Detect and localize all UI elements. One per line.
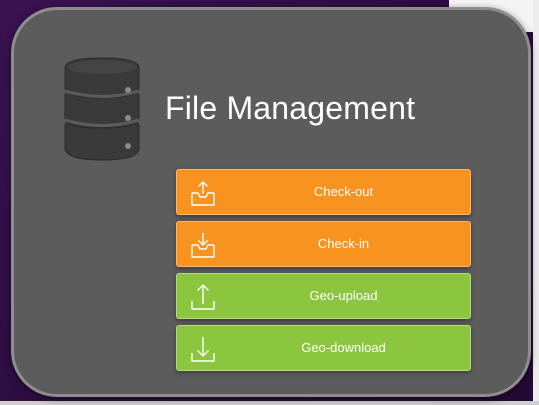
geo-download-button[interactable]: Geo-download	[176, 325, 471, 371]
geo-upload-label: Geo-upload	[309, 288, 378, 303]
download-arrow-icon	[191, 337, 215, 362]
geo-download-label: Geo-download	[301, 340, 386, 355]
tray-upload-icon	[191, 181, 215, 206]
upload-arrow-icon	[191, 284, 215, 310]
page-title: File Management	[165, 90, 416, 126]
geo-upload-button[interactable]: Geo-upload	[176, 273, 471, 319]
database-icon	[64, 57, 140, 161]
tray-download-icon	[191, 233, 215, 258]
check-in-label: Check-in	[317, 236, 370, 251]
check-out-button[interactable]: Check-out	[176, 169, 471, 215]
check-out-label: Check-out	[313, 184, 374, 199]
background-page-edge	[533, 0, 539, 405]
background-bottom-edge	[0, 401, 539, 405]
check-in-button[interactable]: Check-in	[176, 221, 471, 267]
